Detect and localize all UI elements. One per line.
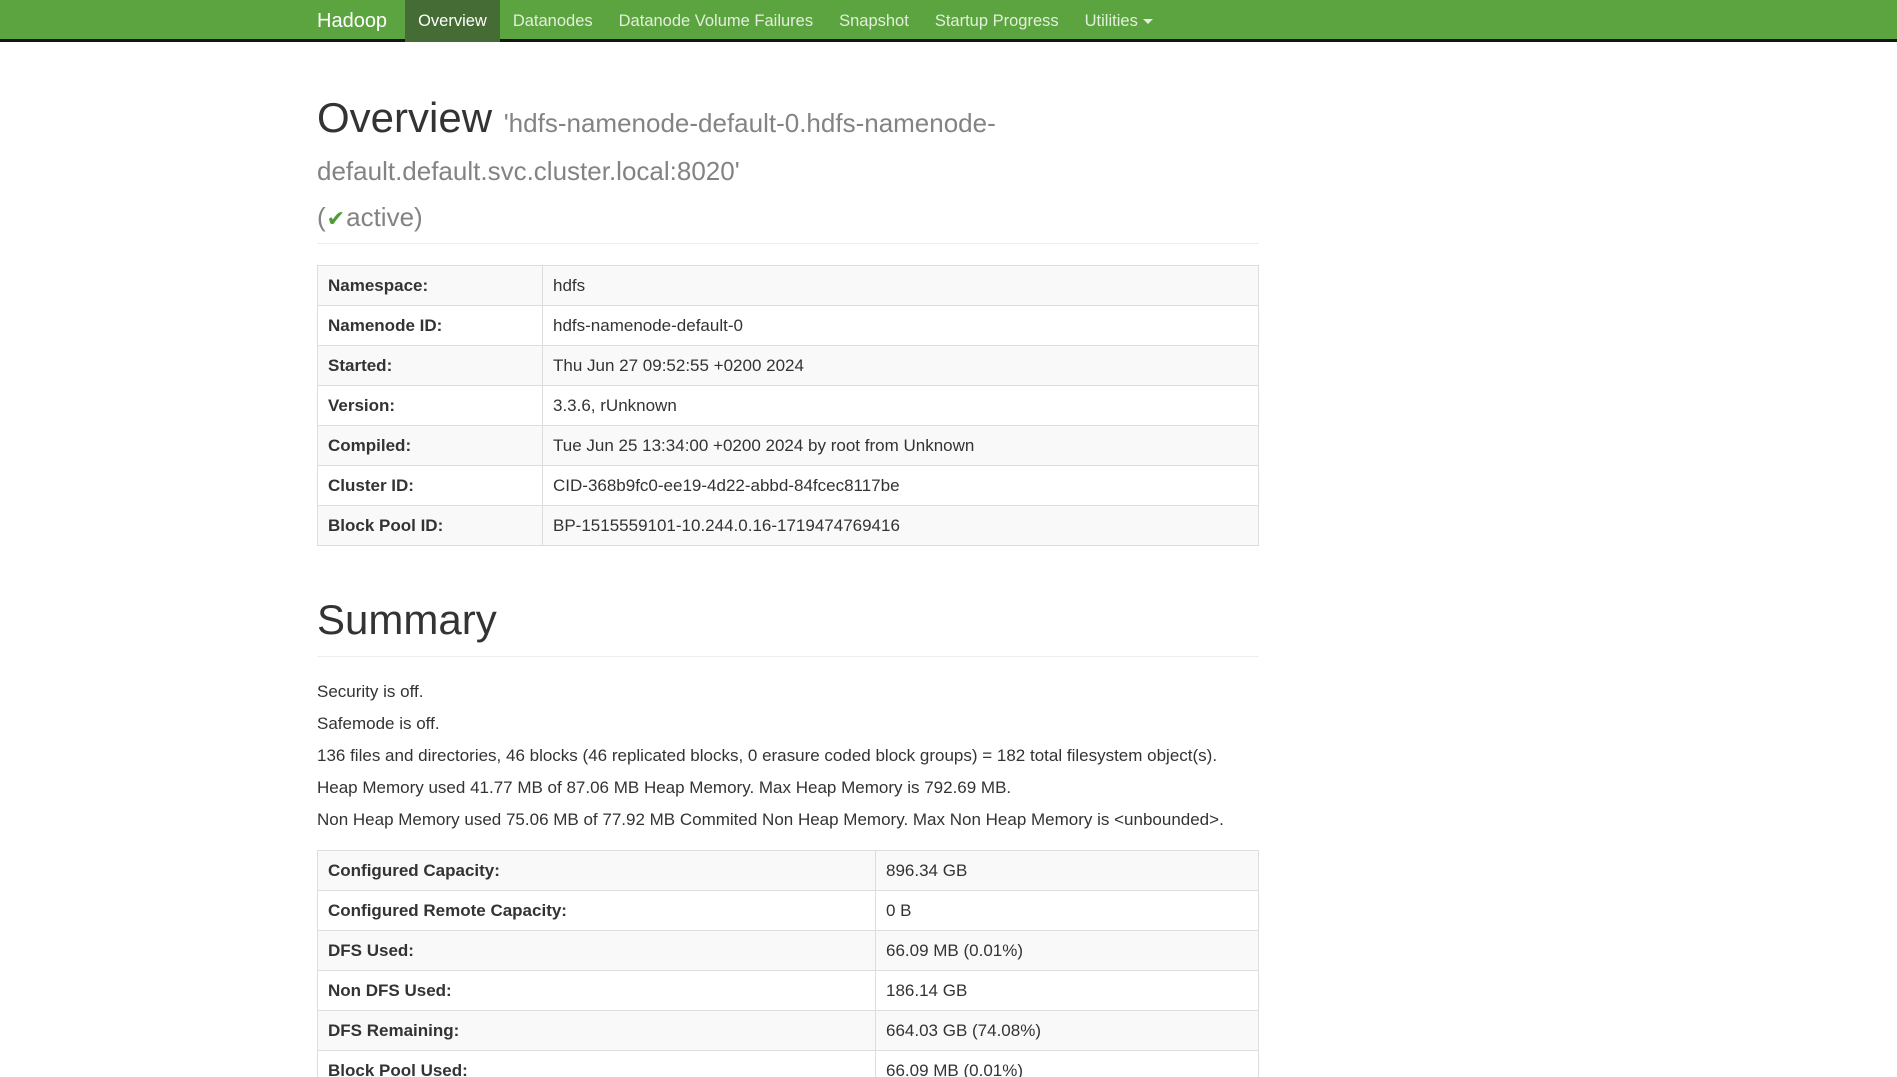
row-label: DFS Remaining: bbox=[318, 1010, 876, 1050]
hadoop-brand[interactable]: Hadoop bbox=[317, 0, 405, 42]
row-value: Tue Jun 25 13:34:00 +0200 2024 by root f… bbox=[543, 426, 1259, 466]
nav-link[interactable]: Overview bbox=[405, 0, 500, 42]
nav-menu: OverviewDatanodesDatanode Volume Failure… bbox=[405, 0, 1166, 42]
summary-page-header: Summary bbox=[317, 596, 1259, 656]
summary-paragraph: Non Heap Memory used 75.06 MB of 77.92 M… bbox=[317, 809, 1259, 830]
row-value: CID-368b9fc0-ee19-4d22-abbd-84fcec8117be bbox=[543, 466, 1259, 506]
row-label: Configured Remote Capacity: bbox=[318, 890, 876, 930]
overview-page-header: Overview 'hdfs-namenode-default-0.hdfs-n… bbox=[317, 94, 1259, 244]
row-value: 0 B bbox=[876, 890, 1259, 930]
stats-table-body: Configured Capacity:896.34 GBConfigured … bbox=[318, 850, 1259, 1077]
row-label: Cluster ID: bbox=[318, 466, 543, 506]
nav-item-startup-progress[interactable]: Startup Progress bbox=[922, 0, 1072, 42]
table-row: DFS Used:66.09 MB (0.01%) bbox=[318, 930, 1259, 970]
nav-item-datanode-volume-failures[interactable]: Datanode Volume Failures bbox=[606, 0, 826, 42]
row-value: 3.3.6, rUnknown bbox=[543, 386, 1259, 426]
row-value: BP-1515559101-10.244.0.16-1719474769416 bbox=[543, 506, 1259, 546]
nav-link[interactable]: Snapshot bbox=[826, 0, 922, 42]
stats-table-wrap: Configured Capacity:896.34 GBConfigured … bbox=[317, 850, 1259, 1077]
row-label: Block Pool Used: bbox=[318, 1050, 876, 1077]
table-row: Version:3.3.6, rUnknown bbox=[318, 386, 1259, 426]
page-title: Overview 'hdfs-namenode-default-0.hdfs-n… bbox=[317, 94, 1259, 232]
table-row: Namespace:hdfs bbox=[318, 266, 1259, 306]
table-row: Started:Thu Jun 27 09:52:55 +0200 2024 bbox=[318, 346, 1259, 386]
table-row: Configured Capacity:896.34 GB bbox=[318, 850, 1259, 890]
summary-paragraph: Safemode is off. bbox=[317, 713, 1259, 734]
row-label: Namespace: bbox=[318, 266, 543, 306]
overview-table-body: Namespace:hdfsNamenode ID:hdfs-namenode-… bbox=[318, 266, 1259, 546]
table-row: Cluster ID:CID-368b9fc0-ee19-4d22-abbd-8… bbox=[318, 466, 1259, 506]
row-value: Thu Jun 27 09:52:55 +0200 2024 bbox=[543, 346, 1259, 386]
nav-link[interactable]: Datanodes bbox=[500, 0, 606, 42]
table-row: Block Pool Used:66.09 MB (0.01%) bbox=[318, 1050, 1259, 1077]
row-label: Block Pool ID: bbox=[318, 506, 543, 546]
table-row: Compiled:Tue Jun 25 13:34:00 +0200 2024 … bbox=[318, 426, 1259, 466]
row-label: Configured Capacity: bbox=[318, 850, 876, 890]
row-value: 664.03 GB (74.08%) bbox=[876, 1010, 1259, 1050]
nav-item-overview[interactable]: Overview bbox=[405, 0, 500, 42]
overview-info-table: Namespace:hdfsNamenode ID:hdfs-namenode-… bbox=[317, 265, 1259, 546]
table-row: Block Pool ID:BP-1515559101-10.244.0.16-… bbox=[318, 506, 1259, 546]
summary-paragraph: 136 files and directories, 46 blocks (46… bbox=[317, 745, 1259, 766]
status-label: active) bbox=[346, 202, 423, 232]
row-label: DFS Used: bbox=[318, 930, 876, 970]
row-label: Namenode ID: bbox=[318, 306, 543, 346]
top-navbar: Hadoop OverviewDatanodesDatanode Volume … bbox=[0, 0, 1897, 42]
row-label: Version: bbox=[318, 386, 543, 426]
nav-item-snapshot[interactable]: Snapshot bbox=[826, 0, 922, 42]
main-container: Overview 'hdfs-namenode-default-0.hdfs-n… bbox=[302, 94, 1274, 1077]
nav-link[interactable]: Utilities bbox=[1072, 0, 1166, 42]
row-value: 896.34 GB bbox=[876, 850, 1259, 890]
nav-link[interactable]: Datanode Volume Failures bbox=[606, 0, 826, 42]
summary-paragraphs: Security is off. Safemode is off. 136 file… bbox=[317, 681, 1259, 830]
summary-stats-table: Configured Capacity:896.34 GBConfigured … bbox=[317, 850, 1259, 1077]
chevron-down-icon bbox=[1143, 19, 1153, 24]
summary-title: Summary bbox=[317, 596, 1259, 644]
nav-item-utilities[interactable]: Utilities bbox=[1072, 0, 1166, 42]
navbar-inner: Hadoop OverviewDatanodesDatanode Volume … bbox=[302, 0, 1897, 42]
row-label: Compiled: bbox=[318, 426, 543, 466]
row-label: Non DFS Used: bbox=[318, 970, 876, 1010]
table-row: DFS Remaining:664.03 GB (74.08%) bbox=[318, 1010, 1259, 1050]
row-value: 186.14 GB bbox=[876, 970, 1259, 1010]
nav-link[interactable]: Startup Progress bbox=[922, 0, 1072, 42]
summary-paragraph: Heap Memory used 41.77 MB of 87.06 MB He… bbox=[317, 777, 1259, 798]
table-row: Non DFS Used:186.14 GB bbox=[318, 970, 1259, 1010]
row-value: 66.09 MB (0.01%) bbox=[876, 1050, 1259, 1077]
table-row: Namenode ID:hdfs-namenode-default-0 bbox=[318, 306, 1259, 346]
overview-title-text: Overview bbox=[317, 94, 492, 141]
summary-paragraph: Security is off. bbox=[317, 681, 1259, 702]
row-value: 66.09 MB (0.01%) bbox=[876, 930, 1259, 970]
table-row: Configured Remote Capacity:0 B bbox=[318, 890, 1259, 930]
check-icon: ✔ bbox=[326, 206, 346, 231]
namenode-status: (✔active) bbox=[317, 203, 1259, 233]
status-open-paren: ( bbox=[317, 202, 326, 232]
row-value: hdfs bbox=[543, 266, 1259, 306]
row-label: Started: bbox=[318, 346, 543, 386]
nav-item-datanodes[interactable]: Datanodes bbox=[500, 0, 606, 42]
row-value: hdfs-namenode-default-0 bbox=[543, 306, 1259, 346]
